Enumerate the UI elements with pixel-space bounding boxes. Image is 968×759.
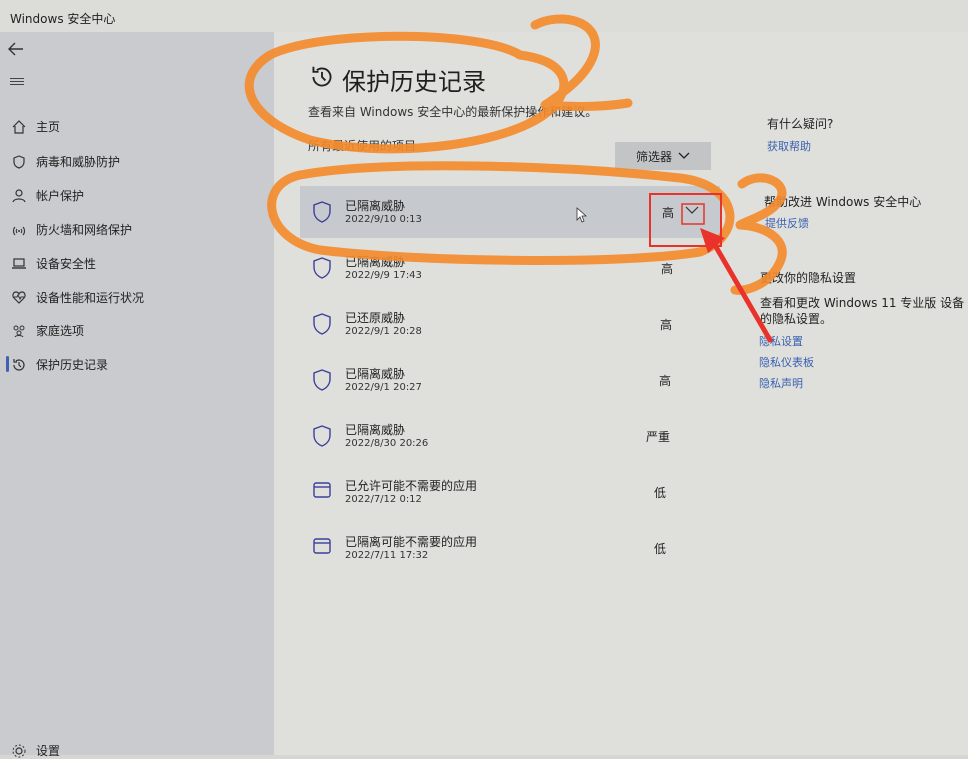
app-title: Windows 安全中心 <box>10 12 116 26</box>
nav-item-virus-protection[interactable]: 病毒和威胁防护 <box>12 153 120 170</box>
item-name: 已隔离可能不需要的应用 <box>345 535 478 549</box>
feedback-link[interactable]: 提供反馈 <box>765 215 809 231</box>
privacy-settings-link[interactable]: 隐私设置 <box>759 333 803 349</box>
shield-icon <box>12 154 26 169</box>
title-bar: Windows 安全中心 <box>0 0 968 32</box>
privacy-heading: 更改你的隐私设置 <box>760 271 857 285</box>
item-date: 2022/9/1 20:27 <box>345 382 422 393</box>
wifi-icon <box>12 223 26 237</box>
question-heading: 有什么疑问? <box>767 117 834 131</box>
history-item[interactable]: 已隔离威胁 2022/8/30 20:26 严重 <box>300 410 720 462</box>
history-icon <box>12 358 26 372</box>
history-item[interactable]: 已隔离威胁 2022/9/9 17:43 高 <box>300 242 720 294</box>
family-icon <box>12 324 26 338</box>
nav-item-firewall[interactable]: 防火墙和网络保护 <box>12 221 132 238</box>
app-window-icon <box>313 481 331 503</box>
nav-item-family-options[interactable]: 家庭选项 <box>12 322 84 339</box>
nav-item-label: 主页 <box>36 120 61 134</box>
app-window-icon <box>313 537 331 559</box>
item-date: 2022/9/9 17:43 <box>345 270 422 281</box>
gear-icon <box>12 744 26 758</box>
laptop-icon <box>12 257 26 271</box>
history-item[interactable]: 已隔离威胁 2022/9/1 20:27 高 <box>300 354 720 406</box>
shield-icon <box>313 313 331 339</box>
person-icon <box>12 188 26 203</box>
nav-item-device-performance[interactable]: 设备性能和运行状况 <box>12 289 144 306</box>
item-severity: 高 <box>659 374 672 388</box>
item-date: 2022/9/1 20:28 <box>345 326 422 337</box>
home-icon <box>12 119 26 134</box>
heart-icon <box>12 291 26 305</box>
nav-item-label: 防火墙和网络保护 <box>36 223 133 237</box>
shield-icon <box>313 425 331 451</box>
item-severity: 高 <box>662 206 675 220</box>
item-severity: 高 <box>661 262 674 276</box>
history-icon <box>310 65 334 95</box>
shield-icon <box>313 369 331 395</box>
recent-items-label: 所有最近使用的项目 <box>308 139 417 153</box>
item-date: 2022/7/11 17:32 <box>345 550 429 561</box>
filter-label: 筛选器 <box>635 149 672 164</box>
nav-item-device-security[interactable]: 设备安全性 <box>12 255 96 272</box>
privacy-statement-link[interactable]: 隐私声明 <box>759 375 803 391</box>
history-item[interactable]: 已隔离威胁 2022/9/10 0:13 高 <box>300 186 720 238</box>
nav-item-label: 帐户保护 <box>36 189 85 203</box>
nav-item-label: 设备性能和运行状况 <box>36 291 145 305</box>
get-help-link[interactable]: 获取帮助 <box>767 138 811 154</box>
privacy-dashboard-link[interactable]: 隐私仪表板 <box>759 354 814 370</box>
history-item[interactable]: 已还原威胁 2022/9/1 20:28 高 <box>300 298 720 350</box>
back-arrow-icon[interactable] <box>8 40 24 61</box>
item-severity: 严重 <box>646 430 671 444</box>
item-severity: 低 <box>654 542 667 556</box>
item-date: 2022/8/30 20:26 <box>345 438 429 449</box>
filter-button[interactable]: 筛选器 <box>615 142 711 170</box>
nav-item-label: 家庭选项 <box>36 324 85 338</box>
page-subtitle: 查看来自 Windows 安全中心的最新保护操作和建议。 <box>308 105 598 119</box>
item-date: 2022/9/10 0:13 <box>345 214 422 225</box>
item-name: 已隔离威胁 <box>345 367 406 381</box>
nav-item-label: 病毒和威胁防护 <box>36 155 121 169</box>
nav-item-account-protection[interactable]: 帐户保护 <box>12 187 84 204</box>
history-item[interactable]: 已允许可能不需要的应用 2022/7/12 0:12 低 <box>300 466 720 518</box>
shield-icon <box>313 257 331 283</box>
nav-item-label: 设置 <box>36 744 61 758</box>
page-title-text: 保护历史记录 <box>342 68 486 96</box>
nav-item-label: 保护历史记录 <box>36 358 109 372</box>
page-title: 保护历史记录 <box>310 62 486 97</box>
chevron-down-icon[interactable] <box>680 200 704 220</box>
item-severity: 低 <box>654 486 667 500</box>
item-name: 已隔离威胁 <box>345 255 406 269</box>
item-name: 已还原威胁 <box>345 311 406 325</box>
nav-item-settings[interactable]: 设置 <box>12 742 60 759</box>
privacy-description: 查看和更改 Windows 11 专业版 设备 的隐私设置。 <box>760 296 965 326</box>
menu-icon[interactable] <box>10 76 24 87</box>
chevron-down-icon <box>678 149 690 163</box>
nav-item-protection-history[interactable]: 保护历史记录 <box>5 356 109 373</box>
item-name: 已隔离威胁 <box>345 199 406 213</box>
history-item[interactable]: 已隔离可能不需要的应用 2022/7/11 17:32 低 <box>300 522 720 574</box>
item-date: 2022/7/12 0:12 <box>345 494 422 505</box>
shield-icon <box>313 201 331 227</box>
item-name: 已允许可能不需要的应用 <box>345 479 478 493</box>
sidebar <box>0 32 274 755</box>
item-name: 已隔离威胁 <box>345 423 406 437</box>
item-severity: 高 <box>660 318 673 332</box>
nav-item-label: 设备安全性 <box>36 257 97 271</box>
improve-heading: 帮助改进 Windows 安全中心 <box>764 195 922 209</box>
nav-item-home[interactable]: 主页 <box>12 118 60 135</box>
